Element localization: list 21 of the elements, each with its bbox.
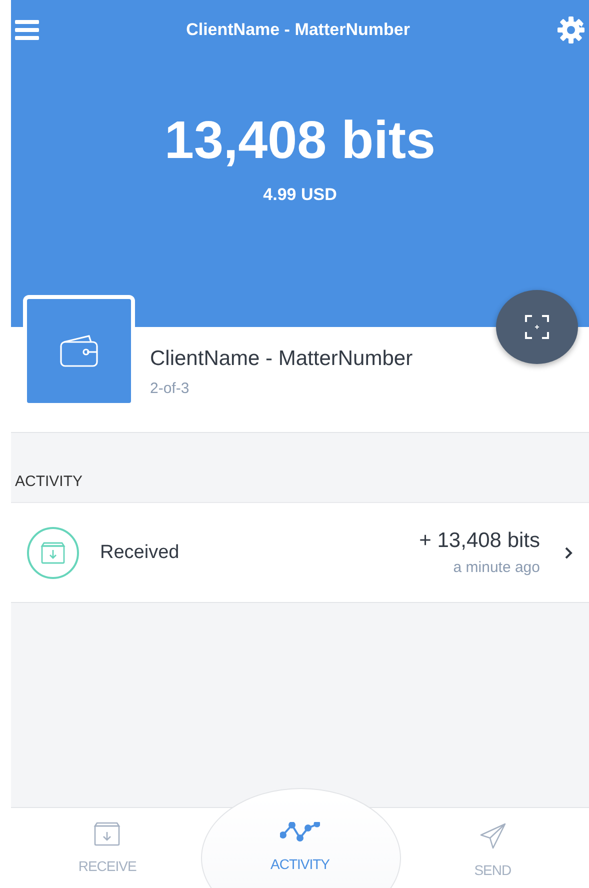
fiat-amount: 4.99 USD xyxy=(263,185,337,205)
nav-tab[interactable]: SEND xyxy=(396,808,589,888)
menu-icon[interactable] xyxy=(15,19,39,41)
section-heading: ACTIVITY xyxy=(14,472,84,492)
balance-amount: 13,408 bits xyxy=(164,110,436,171)
received-icon xyxy=(27,526,79,578)
chevron-icon xyxy=(564,546,573,560)
transaction-label: Received xyxy=(100,542,180,564)
settings-icon[interactable] xyxy=(557,16,585,44)
wallet-name: ClientName - MatterNumber xyxy=(150,347,413,371)
transaction-amount: + 13,408 bits xyxy=(419,529,540,553)
inbox-icon xyxy=(93,822,122,846)
line-graph-icon xyxy=(280,822,320,844)
scan-icon xyxy=(524,314,550,340)
wallet-title: ClientName - MatterNumber xyxy=(186,20,410,40)
nav-tab[interactable]: RECEIVE xyxy=(11,808,204,888)
paper-plane-icon xyxy=(478,822,507,850)
wallet-type: 2-of-3 xyxy=(150,380,190,397)
transaction-time: a minute ago xyxy=(453,559,540,576)
wallet-icon xyxy=(59,334,99,368)
transaction-row[interactable]: Received + 13,408 bits a minute ago xyxy=(11,502,589,603)
